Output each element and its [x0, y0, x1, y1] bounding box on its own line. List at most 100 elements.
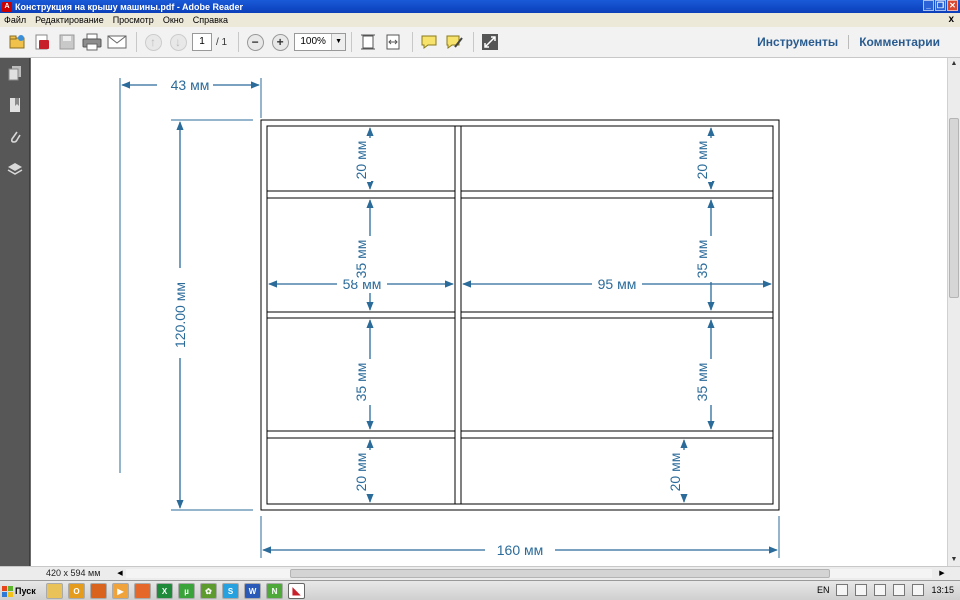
toolbar-separator	[473, 32, 475, 52]
vertical-scrollbar[interactable]: ▲ ▼	[947, 58, 960, 566]
email-icon	[107, 35, 127, 49]
start-label: Пуск	[15, 586, 36, 596]
tray-expand-icon[interactable]	[836, 584, 849, 596]
skype-icon[interactable]: S	[222, 583, 239, 599]
label-top-offset: 43 мм	[171, 77, 210, 93]
save-button[interactable]	[56, 31, 78, 53]
label-left-row4: 20 мм	[353, 453, 369, 492]
document-view[interactable]: 43 мм 120.00 мм 160 мм 58 мм 95 мм 20 мм…	[31, 58, 947, 566]
comment-icon	[421, 35, 437, 49]
fit-page-button[interactable]	[357, 31, 379, 53]
menu-edit[interactable]: Редактирование	[35, 15, 104, 25]
adobe-reader-window: A Конструкция на крышу машины.pdf - Adob…	[0, 0, 960, 600]
layers-icon[interactable]	[6, 160, 24, 178]
label-right-row4: 20 мм	[667, 453, 683, 492]
highlight-button[interactable]	[443, 31, 465, 53]
zoom-value: 100%	[300, 36, 326, 47]
firefox-alt-icon[interactable]	[134, 583, 151, 599]
horizontal-scroll-thumb[interactable]	[290, 569, 830, 578]
navigation-pane	[0, 58, 30, 566]
plus-icon: +	[271, 33, 289, 51]
menu-view[interactable]: Просмотр	[113, 15, 154, 25]
add-comment-button[interactable]	[418, 31, 440, 53]
minus-icon: −	[246, 33, 264, 51]
label-right-row3: 35 мм	[694, 363, 710, 402]
label-left-row3: 35 мм	[353, 363, 369, 402]
tools-link[interactable]: Инструменты	[747, 35, 848, 49]
comments-link[interactable]: Комментарии	[849, 35, 950, 49]
quick-launch: O ▶ X µ ✿ S W N ◣	[46, 583, 305, 599]
page-number-input[interactable]: 1	[192, 33, 212, 51]
minimize-icon[interactable]: _	[923, 0, 934, 11]
fit-page-icon	[361, 34, 376, 50]
chevron-down-icon[interactable]: ▼	[331, 34, 346, 50]
zoom-select[interactable]: 100% ▼	[294, 33, 347, 51]
previous-page-button[interactable]: ↑	[142, 31, 164, 53]
toolbar-separator	[136, 32, 137, 52]
display-icon[interactable]	[893, 584, 906, 596]
menu-file[interactable]: Файл	[4, 15, 26, 25]
scroll-thumb[interactable]	[949, 118, 959, 298]
full-screen-button[interactable]	[479, 31, 501, 53]
zoom-in-button[interactable]: +	[269, 31, 291, 53]
scroll-left-icon[interactable]: ◀	[114, 568, 126, 579]
label-total-width: 160 мм	[497, 542, 544, 558]
language-indicator[interactable]: EN	[817, 585, 830, 595]
open-button[interactable]	[6, 31, 28, 53]
label-right-row2: 35 мм	[694, 240, 710, 279]
fit-width-button[interactable]	[382, 31, 404, 53]
save-icon	[59, 34, 75, 50]
window-title: Конструкция на крышу машины.pdf - Adobe …	[15, 1, 244, 12]
toolbar-separator	[412, 32, 414, 52]
media-player-icon[interactable]: ▶	[112, 583, 129, 599]
settings-icon[interactable]: ✿	[200, 583, 217, 599]
menu-help[interactable]: Справка	[193, 15, 228, 25]
next-page-button[interactable]: ↓	[167, 31, 189, 53]
arrow-down-icon: ↓	[169, 33, 187, 51]
expand-icon	[482, 34, 499, 50]
label-left-row1: 20 мм	[353, 141, 369, 180]
outlook-icon[interactable]: O	[68, 583, 85, 599]
toolbar-right-links: Инструменты Комментарии	[747, 35, 950, 49]
fit-width-icon	[386, 34, 400, 50]
word-icon[interactable]: W	[244, 583, 261, 599]
clock[interactable]: 13:15	[931, 585, 954, 595]
create-pdf-icon	[35, 34, 49, 50]
open-folder-icon	[9, 35, 25, 49]
attachments-icon[interactable]	[6, 128, 24, 146]
scroll-down-icon[interactable]: ▼	[948, 554, 960, 566]
excel-icon[interactable]: X	[156, 583, 173, 599]
highlight-icon	[446, 35, 463, 49]
label-right-row1: 20 мм	[694, 141, 710, 180]
scroll-up-icon[interactable]: ▲	[948, 58, 960, 70]
volume-icon[interactable]	[912, 584, 925, 596]
notepad-icon[interactable]: N	[266, 583, 283, 599]
firefox-icon[interactable]	[90, 583, 107, 599]
utorrent-icon[interactable]: µ	[178, 583, 195, 599]
toolbar-separator	[351, 32, 353, 52]
print-button[interactable]	[81, 31, 103, 53]
start-button[interactable]: Пуск	[0, 582, 40, 600]
page-thumbnails-icon[interactable]	[6, 64, 24, 82]
print-icon	[82, 33, 102, 51]
network-icon[interactable]	[855, 584, 868, 596]
system-tray: EN 13:15	[817, 584, 954, 596]
explorer-icon[interactable]	[46, 583, 63, 599]
bookmarks-icon[interactable]	[6, 96, 24, 114]
menu-window[interactable]: Окно	[163, 15, 184, 25]
title-bar[interactable]: A Конструкция на крышу машины.pdf - Adob…	[0, 0, 960, 13]
create-pdf-button[interactable]	[31, 31, 53, 53]
close-icon[interactable]: ✕	[947, 0, 958, 11]
windows-logo-icon	[2, 585, 13, 597]
restore-icon[interactable]: ❐	[935, 0, 946, 11]
zoom-out-button[interactable]: −	[244, 31, 266, 53]
menu-bar: Файл Редактирование Просмотр Окно Справк…	[0, 13, 960, 27]
technical-drawing: 43 мм 120.00 мм 160 мм 58 мм 95 мм 20 мм…	[119, 76, 780, 559]
close-document-icon[interactable]: x	[948, 14, 954, 25]
adobe-reader-icon[interactable]: ◣	[288, 583, 305, 599]
scroll-right-icon[interactable]: ▶	[936, 568, 948, 579]
flag-icon[interactable]	[874, 584, 887, 596]
window-controls: _ ❐ ✕	[923, 0, 958, 11]
adobe-reader-icon: A	[2, 1, 12, 12]
email-button[interactable]	[106, 31, 128, 53]
